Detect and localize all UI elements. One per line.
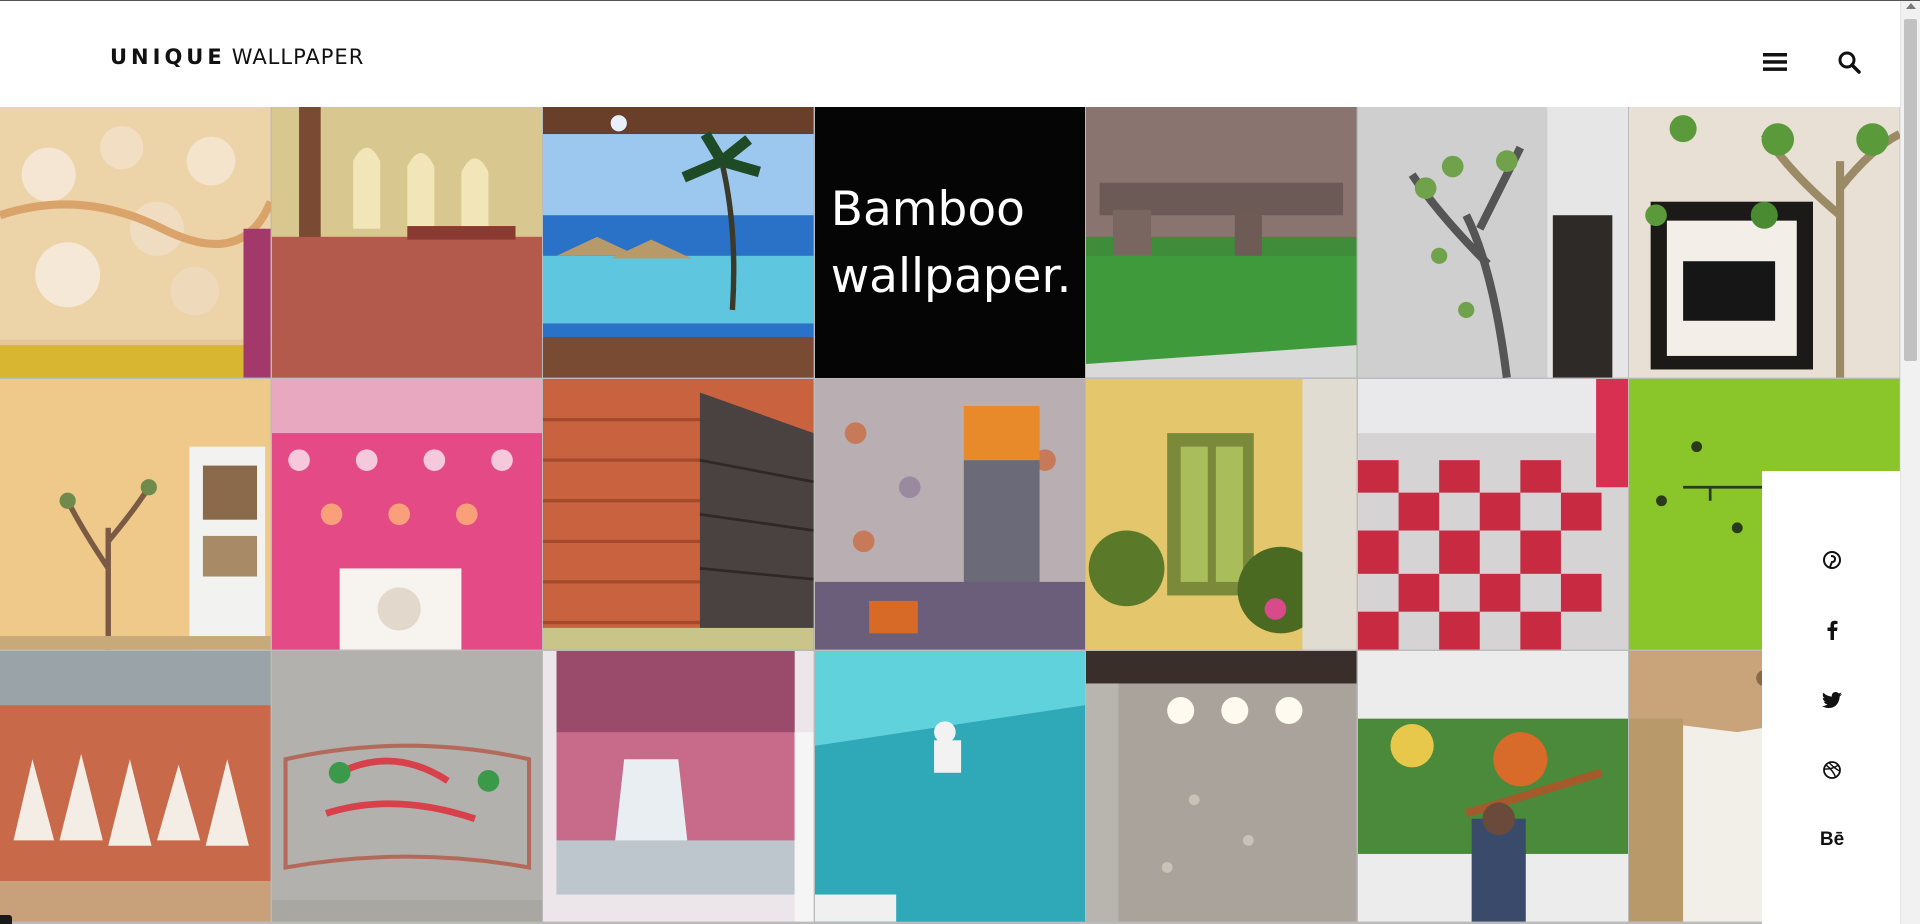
- garden-door-mural-photo: [1086, 379, 1357, 650]
- facebook-icon[interactable]: [1817, 615, 1847, 645]
- hamburger-menu-icon[interactable]: [1760, 47, 1790, 77]
- gallery-tile-checkered-floor[interactable]: [1357, 379, 1629, 650]
- checkered-floor-photo: [1357, 379, 1629, 650]
- featured-title-tile: Bamboo wallpaper.: [814, 107, 1086, 378]
- horses-mural-photo: [0, 651, 271, 922]
- wallpaper-gallery: Bamboo wallpaper.: [0, 107, 1900, 924]
- gallery-tile-waterfall[interactable]: [543, 651, 814, 922]
- site-header: UNIQUE WALLPAPER: [0, 1, 1900, 107]
- logo-bold-text: UNIQUE: [110, 45, 226, 69]
- gallery-tile-artificial-grass[interactable]: [1086, 107, 1357, 378]
- gallery-tile-pink-damask[interactable]: [271, 379, 543, 650]
- gallery-tile-beach-mural[interactable]: [543, 107, 814, 378]
- logo-light-text: WALLPAPER: [231, 45, 365, 69]
- behance-icon[interactable]: Bē: [1817, 825, 1847, 855]
- gallery-tile-name-art[interactable]: [271, 651, 543, 922]
- page-scrollbar[interactable]: [1900, 1, 1920, 924]
- gallery-tile-tree-decal-shelf[interactable]: [0, 379, 271, 650]
- dribbble-icon[interactable]: [1817, 755, 1847, 785]
- social-sidebar: Bē: [1762, 471, 1900, 924]
- pinterest-icon[interactable]: [1817, 545, 1847, 575]
- status-bar: [0, 915, 12, 924]
- artificial-grass-photo: [1086, 107, 1357, 378]
- gallery-tile-tree-decal[interactable]: [1357, 107, 1629, 378]
- twitter-icon[interactable]: [1817, 685, 1847, 715]
- beach-palm-mural-photo: [543, 107, 814, 378]
- tree-decal-shelf-photo: [0, 379, 271, 650]
- gallery-tile-nature-install[interactable]: [1357, 651, 1629, 922]
- featured-title: Bamboo wallpaper.: [830, 181, 1072, 304]
- floral-wallpaper-curtain-photo: [814, 379, 1086, 650]
- hall-red-carpet-photo: [271, 107, 543, 378]
- gallery-tile-horses[interactable]: [0, 651, 271, 922]
- pink-damask-wallpaper-photo: [271, 379, 543, 650]
- 3d-flower-wallpaper-photo: [0, 107, 271, 378]
- scroll-up-arrow-icon[interactable]: [1906, 3, 1916, 9]
- gallery-tile-teal-carpet[interactable]: [814, 651, 1086, 922]
- nature-mural-install-photo: [1357, 651, 1629, 922]
- gallery-tile-tree-tv-wall[interactable]: [1629, 107, 1900, 378]
- tree-tv-wall-photo: [1629, 107, 1900, 378]
- search-icon[interactable]: [1834, 47, 1864, 77]
- gallery-tile-hall-carpet[interactable]: [271, 107, 543, 378]
- brick-wallpaper-photo: [543, 379, 814, 650]
- damask-wall-spotlights-photo: [1086, 651, 1357, 922]
- scrollbar-thumb[interactable]: [1904, 19, 1917, 361]
- gallery-tile-floral-curtain[interactable]: [814, 379, 1086, 650]
- gallery-tile-garden-door[interactable]: [1086, 379, 1357, 650]
- gallery-tile-brick-wall[interactable]: [543, 379, 814, 650]
- teal-carpet-photo: [814, 651, 1086, 922]
- gallery-tile-3d-flower[interactable]: [0, 107, 271, 378]
- name-wall-art-photo: [271, 651, 543, 922]
- waterfall-mural-photo: [543, 651, 814, 922]
- page: UNIQUE WALLPAPER Bamboo wallpaper. Bē: [0, 0, 1920, 924]
- site-logo[interactable]: UNIQUE WALLPAPER: [110, 45, 364, 69]
- tree-wall-decal-photo: [1357, 107, 1629, 378]
- gallery-tile-damask-spotlights[interactable]: [1086, 651, 1357, 922]
